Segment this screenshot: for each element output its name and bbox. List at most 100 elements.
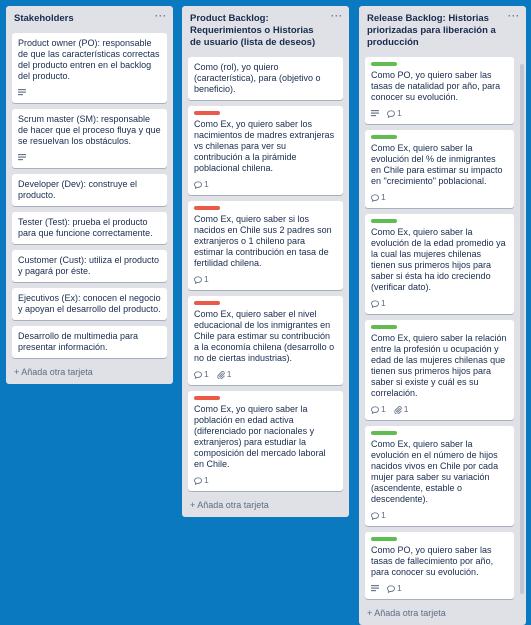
description-icon [18,154,26,161]
card[interactable]: Customer (Cust): utiliza el producto y p… [12,250,167,282]
card-badges: 1 [194,179,337,190]
comment-icon [371,193,379,202]
paperclip-icon [217,370,225,379]
card-title: Como Ex, quiero saber la relación entre … [371,333,507,398]
card-label-green[interactable] [371,135,397,139]
add-card-button[interactable]: + Añada otra tarjeta [188,497,343,513]
card-title: Customer (Cust): utiliza el producto y p… [18,255,160,276]
add-card-button[interactable]: + Añada otra tarjeta [12,364,167,380]
list-header[interactable]: Stakeholders ··· [12,10,167,27]
card[interactable]: Ejecutivos (Ex): conocen el negocio y ap… [12,288,167,320]
card-label-green[interactable] [371,219,397,223]
card[interactable]: Tester (Test): prueba el producto para q… [12,212,167,244]
card-title: Developer (Dev): construye el producto. [18,179,138,200]
card-title: Como Ex, quiero saber el nivel educacion… [194,309,335,363]
comment-count: 1 [397,583,402,593]
card[interactable]: Como (rol), yo quiero (característica), … [188,57,343,100]
list-scrollbar[interactable] [520,64,524,594]
paperclip-icon [394,405,402,414]
card[interactable]: Como Ex, quiero saber la evolución del %… [365,130,514,208]
card-badges: 11 [194,369,337,380]
card[interactable]: Como Ex, quiero saber si los nacidos en … [188,201,343,290]
comment-count: 1 [204,475,209,485]
comments-badge: 1 [371,510,386,521]
card[interactable]: Como Ex, quiero saber la evolución de la… [365,214,514,314]
comments-badge: 1 [194,475,209,486]
comment-icon [371,511,379,520]
card[interactable]: Developer (Dev): construye el producto. [12,174,167,206]
add-card-button[interactable]: + Añada otra tarjeta [365,605,514,621]
comments-badge: 1 [194,369,209,380]
comment-icon [371,405,379,414]
card-badges: 1 [194,475,337,486]
comments-badge: 1 [371,404,386,415]
card-title: Como PO, yo quiero saber las tasas de fa… [371,545,494,577]
list-menu-icon[interactable]: ··· [155,10,167,22]
list-menu-icon[interactable]: ··· [508,10,520,22]
card[interactable]: Como PO, yo quiero saber las tasas de fa… [365,532,514,599]
card-label-red[interactable] [194,301,220,305]
card-title: Tester (Test): prueba el producto para q… [18,217,153,238]
comments-badge: 1 [371,298,386,309]
card-title: Ejecutivos (Ex): conocen el negocio y ap… [18,293,161,314]
card-title: Como Ex, quiero saber si los nacidos en … [194,214,332,268]
list-menu-icon[interactable]: ··· [331,10,343,22]
card[interactable]: Product owner (PO): responsable de que l… [12,33,167,103]
card-badges [18,87,161,98]
comment-count: 1 [381,404,386,414]
comment-count: 1 [204,369,209,379]
card-list: Como (rol), yo quiero (característica), … [188,57,343,491]
comment-icon [194,370,202,379]
card[interactable]: Como Ex, yo quiero saber los nacimientos… [188,106,343,195]
card-title: Como Ex, quiero saber la evolución del %… [371,143,503,186]
card-label-green[interactable] [371,62,397,66]
attachment-count: 1 [226,369,232,379]
list-title[interactable]: Release Backlog: Historias priorizadas p… [367,13,496,48]
card-badges: 1 [371,583,508,594]
card-label-red[interactable] [194,396,220,400]
list-title[interactable]: Stakeholders [14,13,74,24]
card-label-red[interactable] [194,111,220,115]
card[interactable]: Como Ex, yo quiero saber la población en… [188,391,343,491]
attachments-badge: 1 [394,404,408,415]
comment-count: 1 [381,510,386,520]
comments-badge: 1 [387,108,402,119]
comment-count: 1 [204,179,209,189]
attachments-badge: 1 [217,369,232,380]
card-badges: 1 [371,192,508,203]
card-badges: 1 [371,298,508,309]
card-title: Como Ex, quiero saber la evolución en el… [371,439,499,504]
comment-icon [194,180,202,189]
card-label-green[interactable] [371,537,397,541]
card-title: Como Ex, yo quiero saber los nacimientos… [194,119,335,173]
card-title: Desarrollo de multimedia para presentar … [18,331,139,352]
list-header[interactable]: Product Backlog: Requerimientos o Histor… [188,10,343,51]
card-badges: 11 [371,404,508,415]
card-badges: 1 [194,274,337,285]
comment-icon [194,275,202,284]
comments-badge: 1 [194,179,209,190]
comment-icon [371,299,379,308]
card-list: Como PO, yo quiero saber las tasas de na… [365,57,514,599]
card-title: Como Ex, yo quiero saber la población en… [194,404,326,469]
list-product-backlog: Product Backlog: Requerimientos o Histor… [182,6,349,517]
list-release-backlog: Release Backlog: Historias priorizadas p… [359,6,526,625]
card-label-green[interactable] [371,325,397,329]
comments-badge: 1 [387,583,402,594]
comments-badge: 1 [371,192,386,203]
list-title[interactable]: Product Backlog: Requerimientos o Histor… [190,13,315,48]
card-label-red[interactable] [194,206,220,210]
card[interactable]: Como PO, yo quiero saber las tasas de na… [365,57,514,124]
card[interactable]: Como Ex, quiero saber la relación entre … [365,320,514,420]
card-list: Product owner (PO): responsable de que l… [12,33,167,358]
card-title: Como PO, yo quiero saber las tasas de na… [371,70,501,102]
card-label-green[interactable] [371,431,397,435]
card[interactable]: Desarrollo de multimedia para presentar … [12,326,167,358]
list-header[interactable]: Release Backlog: Historias priorizadas p… [365,11,519,51]
card-badges [18,152,161,163]
comment-icon [387,109,395,118]
card-title: Scrum master (SM): responsable de hacer … [18,114,161,146]
card[interactable]: Como Ex, quiero saber la evolución en el… [365,426,514,526]
card[interactable]: Scrum master (SM): responsable de hacer … [12,109,167,168]
card[interactable]: Como Ex, quiero saber el nivel educacion… [188,296,343,385]
